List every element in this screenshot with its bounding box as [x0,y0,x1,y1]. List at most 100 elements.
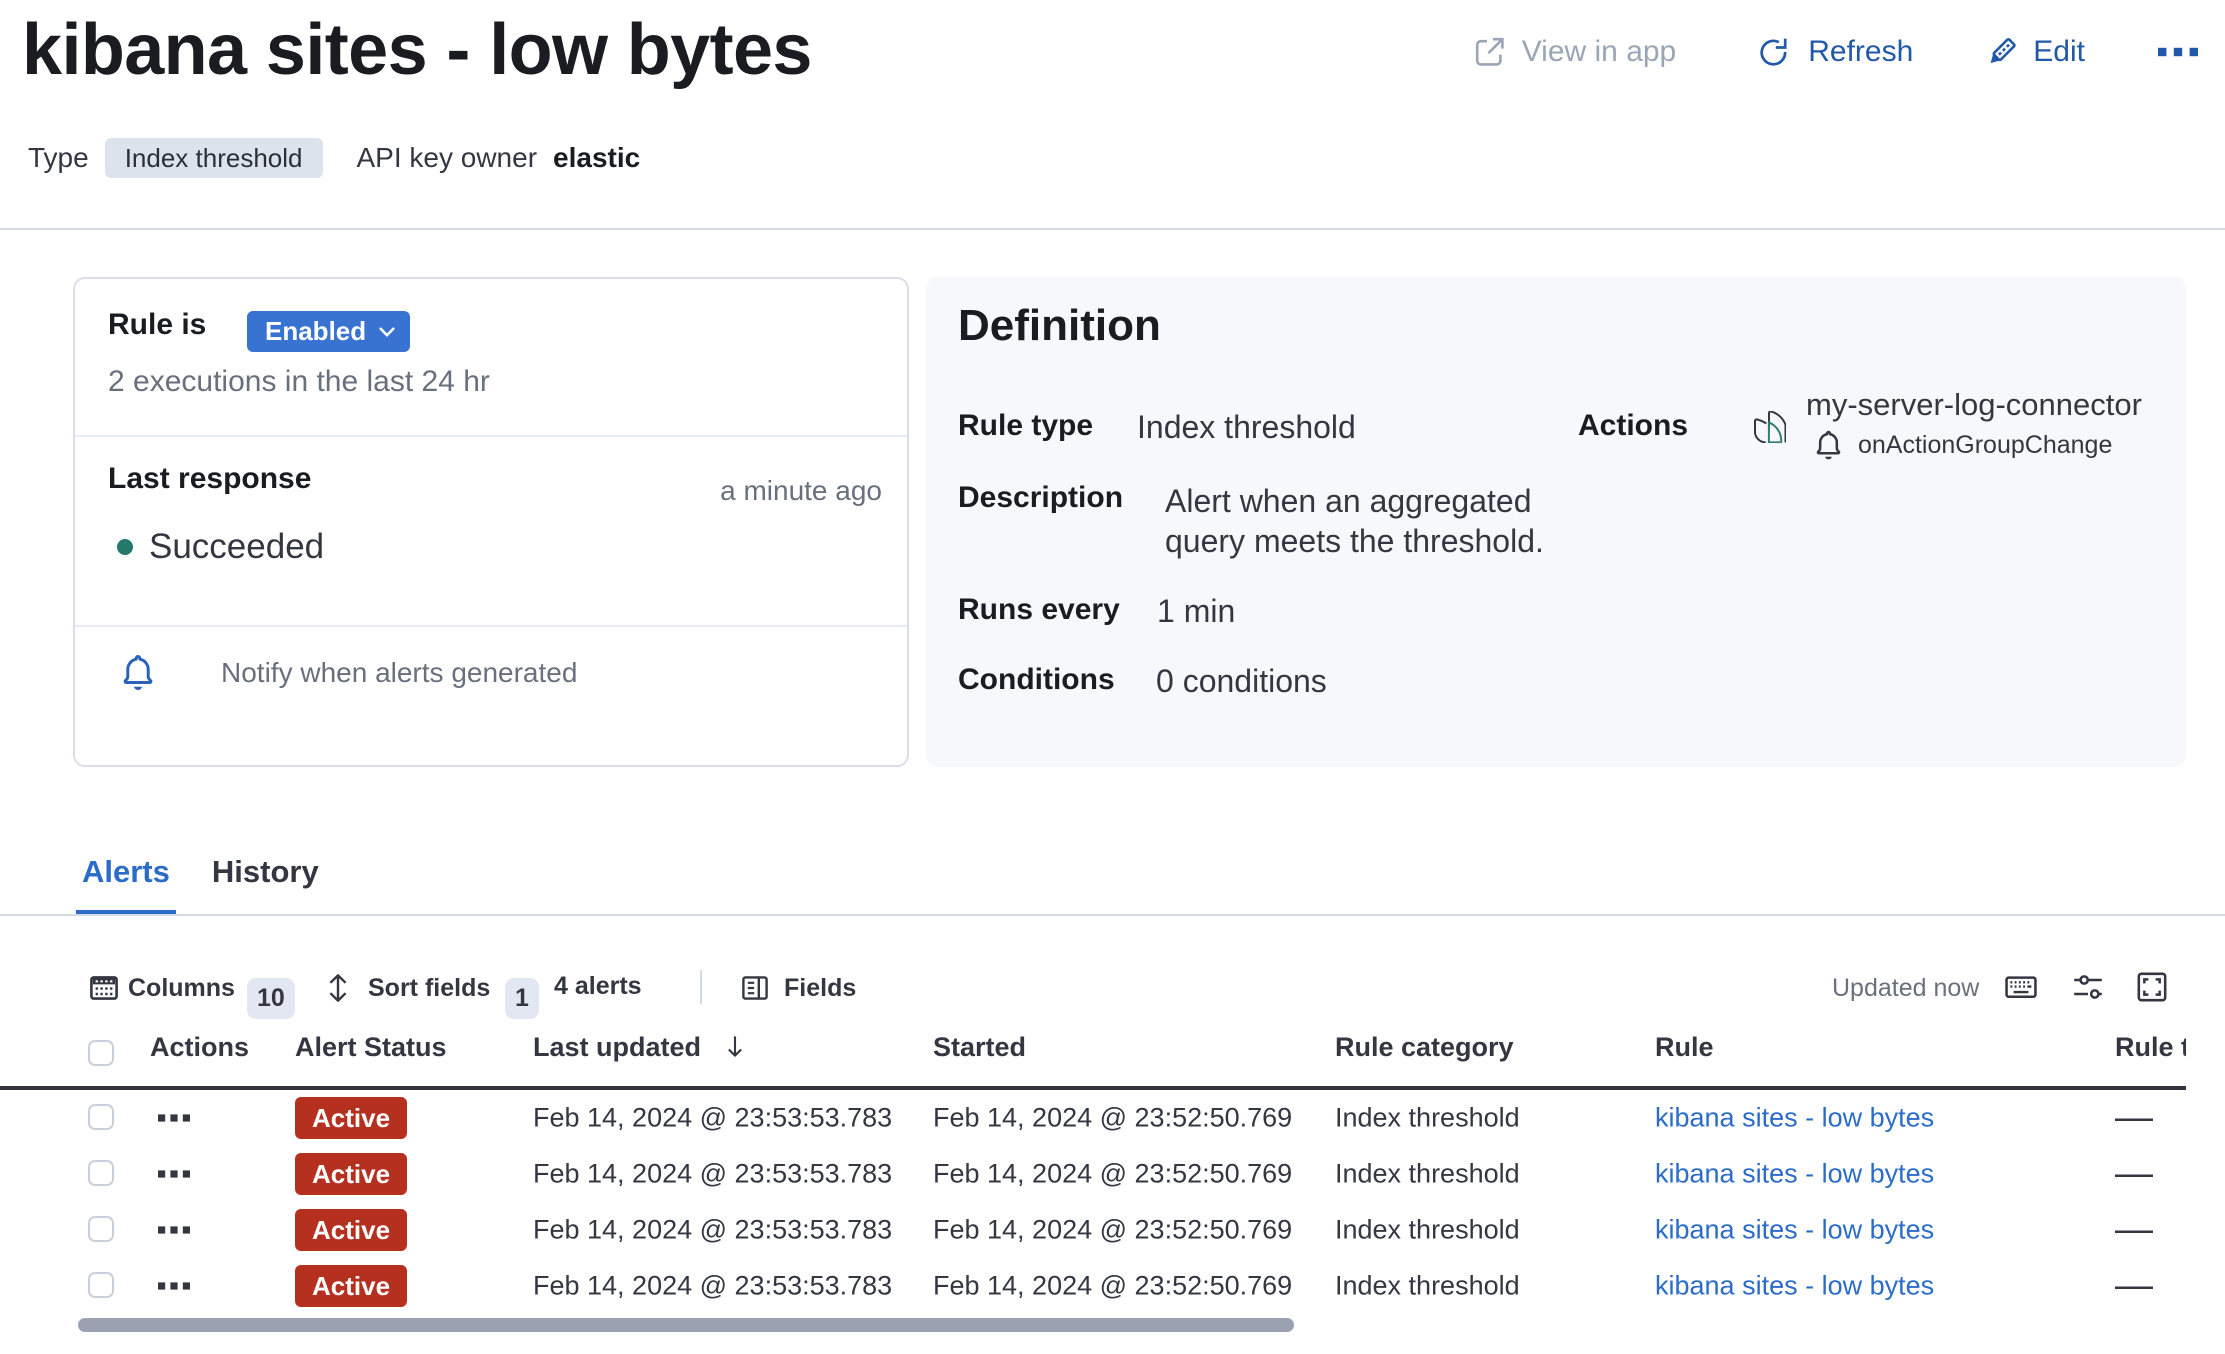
pencil-icon [1990,37,2017,64]
actions-label: Actions [1578,409,1689,442]
boxes-horizontal-icon [158,1170,190,1178]
rule-status-panel: Rule is Enabled 2 executions in the last… [73,277,909,767]
cell-last-updated: Feb 14, 2024 @ 23:53:53.783 [533,1102,893,1133]
select-all-checkbox[interactable] [88,1040,114,1066]
alerts-count: 4 alerts [554,972,642,1000]
cell-started: Feb 14, 2024 @ 23:52:50.769 [933,1214,1293,1245]
bell-icon [123,655,153,690]
view-in-app-button[interactable]: View in app [1474,36,1676,68]
fullscreen-button[interactable] [2135,970,2169,1004]
cell-last-updated: Feb 14, 2024 @ 23:53:53.783 [533,1158,893,1189]
cell-rule-link[interactable]: kibana sites - low bytes [1655,1215,1934,1246]
bell-icon [1816,430,1841,460]
last-response-status-text: Succeeded [149,527,325,566]
rule-is-label: Rule is [108,308,207,341]
alert-status-badge: Active [295,1209,408,1251]
external-link-icon [1475,37,1504,66]
row-actions-button[interactable] [157,1102,191,1134]
row-checkbox[interactable] [88,1104,114,1130]
boxes-horizontal-icon [158,1226,190,1234]
rule-type-value: Index threshold [1137,409,1356,445]
cell-rule-category: Index threshold [1335,1214,1520,1245]
action-connector: my-server-log-connector onActionGroupCha… [1754,386,2142,461]
cell-rule-category: Index threshold [1335,1102,1520,1133]
cell-rule-tags: — [2115,1208,2153,1251]
alerts-toolbar: Columns 10 Sort fields 1 4 alerts Fields… [0,964,2225,1019]
header-divider [0,228,2225,230]
table-row: Active Feb 14, 2024 @ 23:53:53.783 Feb 14,… [0,1146,2186,1202]
keyboard-shortcuts-button[interactable] [2004,970,2038,1004]
edit-button[interactable]: Edit [1985,36,2085,68]
cell-rule-link[interactable]: kibana sites - low bytes [1655,1159,1934,1190]
cell-rule-category: Index threshold [1335,1158,1520,1189]
fields-selector-icon [742,976,768,1000]
rule-meta-row: Type Index threshold API key owner elast… [28,138,640,178]
sort-count-badge: 1 [505,978,539,1019]
updated-status: Updated now [1832,974,1980,1002]
header-last-updated[interactable]: Last updated [533,1032,749,1063]
table-columns-icon [90,976,118,1000]
tab-alerts[interactable]: Alerts [76,848,176,916]
header-started[interactable]: Started [933,1032,1026,1063]
table-row: Active Feb 14, 2024 @ 23:53:53.783 Feb 14,… [0,1090,2186,1146]
runs-every-value: 1 min [1157,593,1236,629]
page-header: kibana sites - low bytes View in app Ref… [0,0,2225,120]
chevron-down-icon [379,327,395,336]
cell-rule-tags: — [2115,1096,2153,1139]
api-key-owner-value: elastic [553,142,641,173]
boxes-horizontal-icon [2158,47,2198,57]
alert-status-badge: Active [295,1265,408,1307]
last-response-section: Last response a minute ago Succeeded [75,439,907,627]
horizontal-scrollbar-thumb[interactable] [78,1318,1294,1332]
description-label: Description [958,481,1124,514]
enabled-dropdown[interactable]: Enabled [247,311,411,352]
definition-panel: Definition Rule type Index threshold Des… [926,277,2186,767]
columns-count-badge: 10 [247,978,295,1019]
rule-details-page: kibana sites - low bytes View in app Ref… [0,0,2225,1354]
row-checkbox[interactable] [88,1160,114,1186]
keyboard-icon [2005,976,2037,999]
row-actions-button[interactable] [157,1270,191,1302]
tabs-divider [0,914,2225,916]
alerts-table: Actions Alert Status Last updated Starte… [0,1020,2186,1314]
columns-button[interactable]: Columns [88,972,235,1004]
rule-type-label: Rule type [958,409,1094,442]
cell-started: Feb 14, 2024 @ 23:52:50.769 [933,1158,1293,1189]
row-checkbox[interactable] [88,1216,114,1242]
cell-rule-link[interactable]: kibana sites - low bytes [1655,1103,1934,1134]
table-header-row: Actions Alert Status Last updated Starte… [0,1020,2186,1090]
more-actions-button[interactable] [2157,36,2199,68]
header-rule[interactable]: Rule [1655,1032,1714,1063]
row-checkbox[interactable] [88,1272,114,1298]
row-actions-button[interactable] [157,1214,191,1246]
header-rule-category[interactable]: Rule category [1335,1032,1514,1063]
header-actions[interactable]: Actions [150,1032,249,1063]
header-alert-status[interactable]: Alert Status [295,1032,447,1063]
display-options-button[interactable] [2071,970,2105,1004]
header-rule-tags[interactable]: Rule tags [2115,1032,2186,1063]
connector-name: my-server-log-connector [1806,387,2142,422]
cell-started: Feb 14, 2024 @ 23:52:50.769 [933,1270,1293,1301]
notify-text: Notify when alerts generated [221,657,578,688]
row-actions-button[interactable] [157,1158,191,1190]
conditions-label: Conditions [958,663,1115,696]
fullscreen-icon [2137,972,2167,1002]
sort-arrow-down-icon [727,1036,742,1057]
connector-action-group: onActionGroupChange [1858,431,2113,459]
tab-history[interactable]: History [206,848,325,916]
definition-title: Definition [958,301,1161,350]
success-dot-icon [117,539,133,555]
refresh-button[interactable]: Refresh [1760,36,1913,68]
executions-text: 2 executions in the last 24 hr [108,365,490,398]
conditions-value: 0 conditions [1156,663,1327,699]
controls-icon [2074,975,2102,999]
sort-fields-button[interactable]: Sort fields [322,972,490,1004]
fields-button[interactable]: Fields [739,972,856,1004]
description-value: Alert when an aggregated query meets the… [1165,483,1544,559]
table-row: Active Feb 14, 2024 @ 23:53:53.783 Feb 14,… [0,1202,2186,1258]
cell-rule-link[interactable]: kibana sites - low bytes [1655,1271,1934,1302]
boxes-horizontal-icon [158,1282,190,1290]
runs-every-label: Runs every [958,593,1120,626]
cell-rule-tags: — [2115,1152,2153,1195]
refresh-icon [1760,38,1787,66]
